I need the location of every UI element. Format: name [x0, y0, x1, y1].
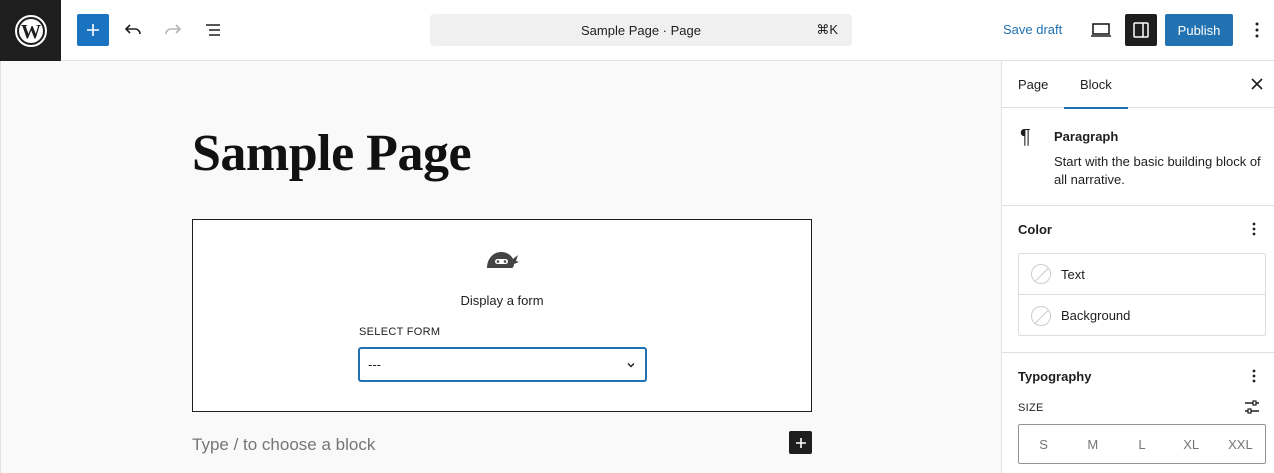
wordpress-logo-icon[interactable]: W — [0, 0, 61, 61]
preview-button[interactable] — [1085, 14, 1117, 46]
more-vertical-icon — [1252, 222, 1256, 236]
block-card: ¶ Paragraph Start with the basic buildin… — [1002, 108, 1274, 206]
color-options-button[interactable] — [1246, 219, 1262, 239]
undo-icon — [124, 24, 141, 35]
more-vertical-icon — [1252, 369, 1256, 383]
options-button[interactable] — [1241, 14, 1273, 46]
block-description: Start with the basic building block of a… — [1054, 154, 1261, 187]
font-size-option-xxl[interactable]: XXL — [1216, 425, 1265, 463]
select-form-dropdown[interactable]: --- — [359, 348, 646, 381]
command-shortcut: ⌘K — [816, 22, 838, 37]
color-swatch-icon — [1031, 305, 1051, 326]
ninja-forms-icon — [487, 252, 519, 268]
plus-icon — [795, 437, 806, 448]
color-panel-title[interactable]: Color — [1018, 222, 1052, 237]
sidebar-tabs: Page Block — [1002, 61, 1274, 109]
redo-button[interactable] — [157, 14, 189, 46]
sidebar-icon — [1133, 22, 1149, 38]
color-settings-list: Text Background — [1018, 253, 1266, 336]
select-form-value: --- — [368, 357, 381, 372]
font-size-option-xl[interactable]: XL — [1167, 425, 1216, 463]
document-overview-button[interactable] — [197, 14, 229, 46]
typography-panel-title[interactable]: Typography — [1018, 369, 1091, 384]
close-icon — [1251, 78, 1263, 90]
font-size-custom-button[interactable] — [1244, 399, 1260, 420]
svg-text:W: W — [21, 21, 41, 43]
tab-page[interactable]: Page — [1002, 61, 1064, 108]
block-placeholder[interactable]: Type / to choose a block — [192, 435, 375, 455]
settings-sliders-icon — [1245, 400, 1259, 414]
inline-add-block-button[interactable] — [789, 431, 812, 454]
add-block-button[interactable] — [77, 14, 109, 46]
redo-icon — [165, 24, 182, 35]
color-text-item[interactable]: Text — [1019, 254, 1265, 295]
page-title[interactable]: Sample Page — [192, 124, 472, 183]
color-background-item[interactable]: Background — [1019, 295, 1265, 336]
panel-divider — [1002, 352, 1274, 353]
publish-button[interactable]: Publish — [1165, 14, 1233, 46]
color-background-label: Background — [1061, 308, 1131, 323]
editor-canvas: Sample Page Display a form SELECT FORM -… — [0, 61, 1001, 473]
select-form-label: SELECT FORM — [359, 326, 441, 338]
block-name: Paragraph — [1054, 129, 1119, 144]
editor-top-bar: W Sample Page · Page ⌘K Save draft Publi… — [0, 0, 1274, 61]
form-block-heading: Display a form — [460, 293, 544, 308]
font-size-picker: S M L XL XXL — [1018, 424, 1266, 464]
more-vertical-icon — [1255, 22, 1259, 38]
ninja-form-block[interactable]: Display a form SELECT FORM --- — [192, 219, 812, 412]
typography-options-button[interactable] — [1246, 366, 1262, 386]
paragraph-icon: ¶ — [1020, 126, 1031, 148]
undo-button[interactable] — [117, 14, 149, 46]
close-sidebar-button[interactable] — [1247, 74, 1267, 94]
chevron-down-icon — [627, 363, 635, 368]
settings-toggle-button[interactable] — [1125, 14, 1157, 46]
color-text-label: Text — [1061, 266, 1085, 282]
tab-block[interactable]: Block — [1064, 61, 1128, 109]
font-size-option-s[interactable]: S — [1019, 425, 1068, 463]
font-size-option-m[interactable]: M — [1068, 425, 1117, 463]
color-swatch-icon — [1031, 264, 1051, 284]
font-size-option-l[interactable]: L — [1117, 425, 1166, 463]
settings-sidebar: Page Block ¶ Paragraph Start with the ba… — [1001, 61, 1274, 473]
save-draft-button[interactable]: Save draft — [1003, 22, 1062, 37]
plus-icon — [87, 24, 99, 36]
list-view-icon — [206, 24, 220, 36]
command-bar-title: Sample Page · Page — [581, 22, 701, 38]
font-size-label: SIZE — [1018, 402, 1044, 414]
command-palette-bar[interactable]: Sample Page · Page ⌘K — [430, 14, 852, 46]
desktop-preview-icon — [1091, 23, 1111, 37]
